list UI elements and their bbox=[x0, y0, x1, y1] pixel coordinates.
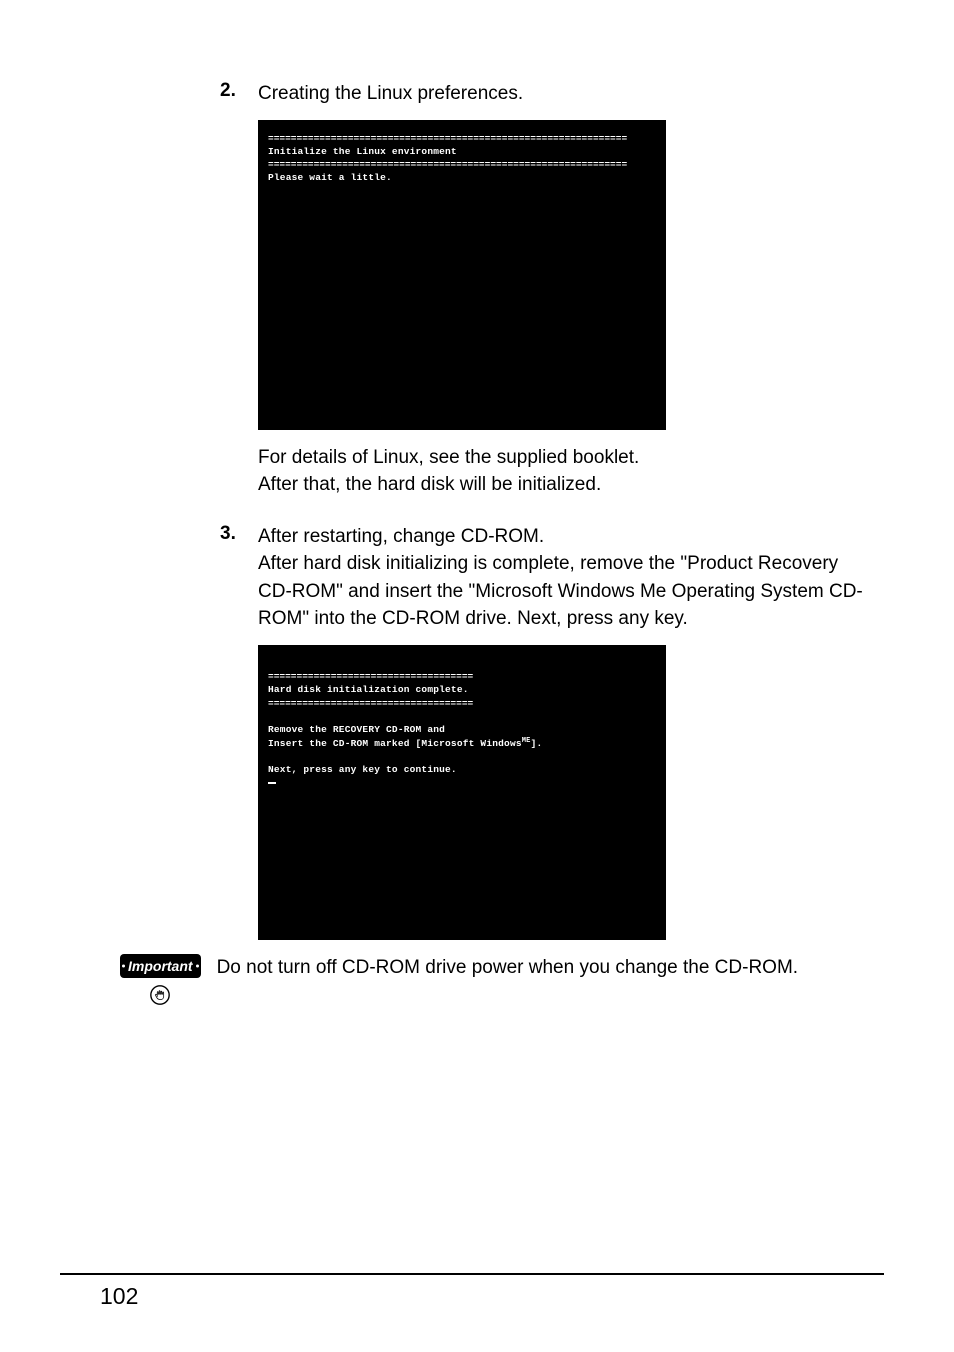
step-3-body-text: After hard disk initializing is complete… bbox=[258, 550, 864, 633]
terminal-2-heading: Hard disk initialization complete. bbox=[268, 683, 656, 696]
step-2-after-line-1: For details of Linux, see the supplied b… bbox=[258, 444, 864, 472]
important-text: Do not turn off CD-ROM drive power when … bbox=[217, 954, 814, 982]
terminal-1-hr-top: ========================================… bbox=[268, 132, 656, 145]
step-2-title: Creating the Linux preferences. bbox=[258, 80, 864, 108]
step-3-body-container: After restarting, change CD-ROM. After h… bbox=[258, 523, 864, 633]
terminal-2-line-2: Insert the CD-ROM marked [Microsoft Wind… bbox=[268, 737, 656, 750]
step-2-body: Creating the Linux preferences. bbox=[258, 80, 864, 108]
step-2-number: 2. bbox=[220, 80, 258, 108]
step-2-after: For details of Linux, see the supplied b… bbox=[258, 444, 864, 499]
page-number: 102 bbox=[100, 1283, 954, 1310]
terminal-screenshot-1: ========================================… bbox=[258, 120, 666, 430]
terminal-2-blank-1 bbox=[268, 710, 656, 723]
terminal-1-body: Please wait a little. bbox=[268, 171, 656, 184]
step-3-number: 3. bbox=[220, 523, 258, 633]
terminal-2-hr-top: ==================================== bbox=[268, 670, 656, 683]
hand-point-icon bbox=[120, 984, 201, 1011]
step-3: 3. After restarting, change CD-ROM. Afte… bbox=[220, 523, 864, 633]
terminal-2-line-1: Remove the RECOVERY CD-ROM and bbox=[268, 723, 656, 736]
terminal-2-line-3: Next, press any key to continue. bbox=[268, 763, 656, 776]
important-badge-container: Important bbox=[120, 954, 201, 1011]
terminal-2-blank-top bbox=[268, 657, 656, 670]
important-callout: Important Do not turn off CD-ROM drive p… bbox=[120, 954, 864, 1011]
terminal-2-hr-bottom: ==================================== bbox=[268, 697, 656, 710]
terminal-2-blank-2 bbox=[268, 750, 656, 763]
cursor-icon bbox=[268, 782, 276, 784]
terminal-2-cursor-line bbox=[268, 777, 656, 790]
footer-divider bbox=[60, 1273, 884, 1275]
terminal-1-heading: Initialize the Linux environment bbox=[268, 145, 656, 158]
terminal-screenshot-2: ==================================== Har… bbox=[258, 645, 666, 940]
step-3-title: After restarting, change CD-ROM. bbox=[258, 523, 864, 551]
step-2: 2. Creating the Linux preferences. bbox=[220, 80, 864, 108]
terminal-1-hr-bottom: ========================================… bbox=[268, 158, 656, 171]
important-badge: Important bbox=[120, 954, 201, 978]
page-content: 2. Creating the Linux preferences. =====… bbox=[0, 0, 954, 1011]
page-footer: 102 bbox=[0, 1273, 954, 1310]
step-2-after-line-2: After that, the hard disk will be initia… bbox=[258, 471, 864, 499]
